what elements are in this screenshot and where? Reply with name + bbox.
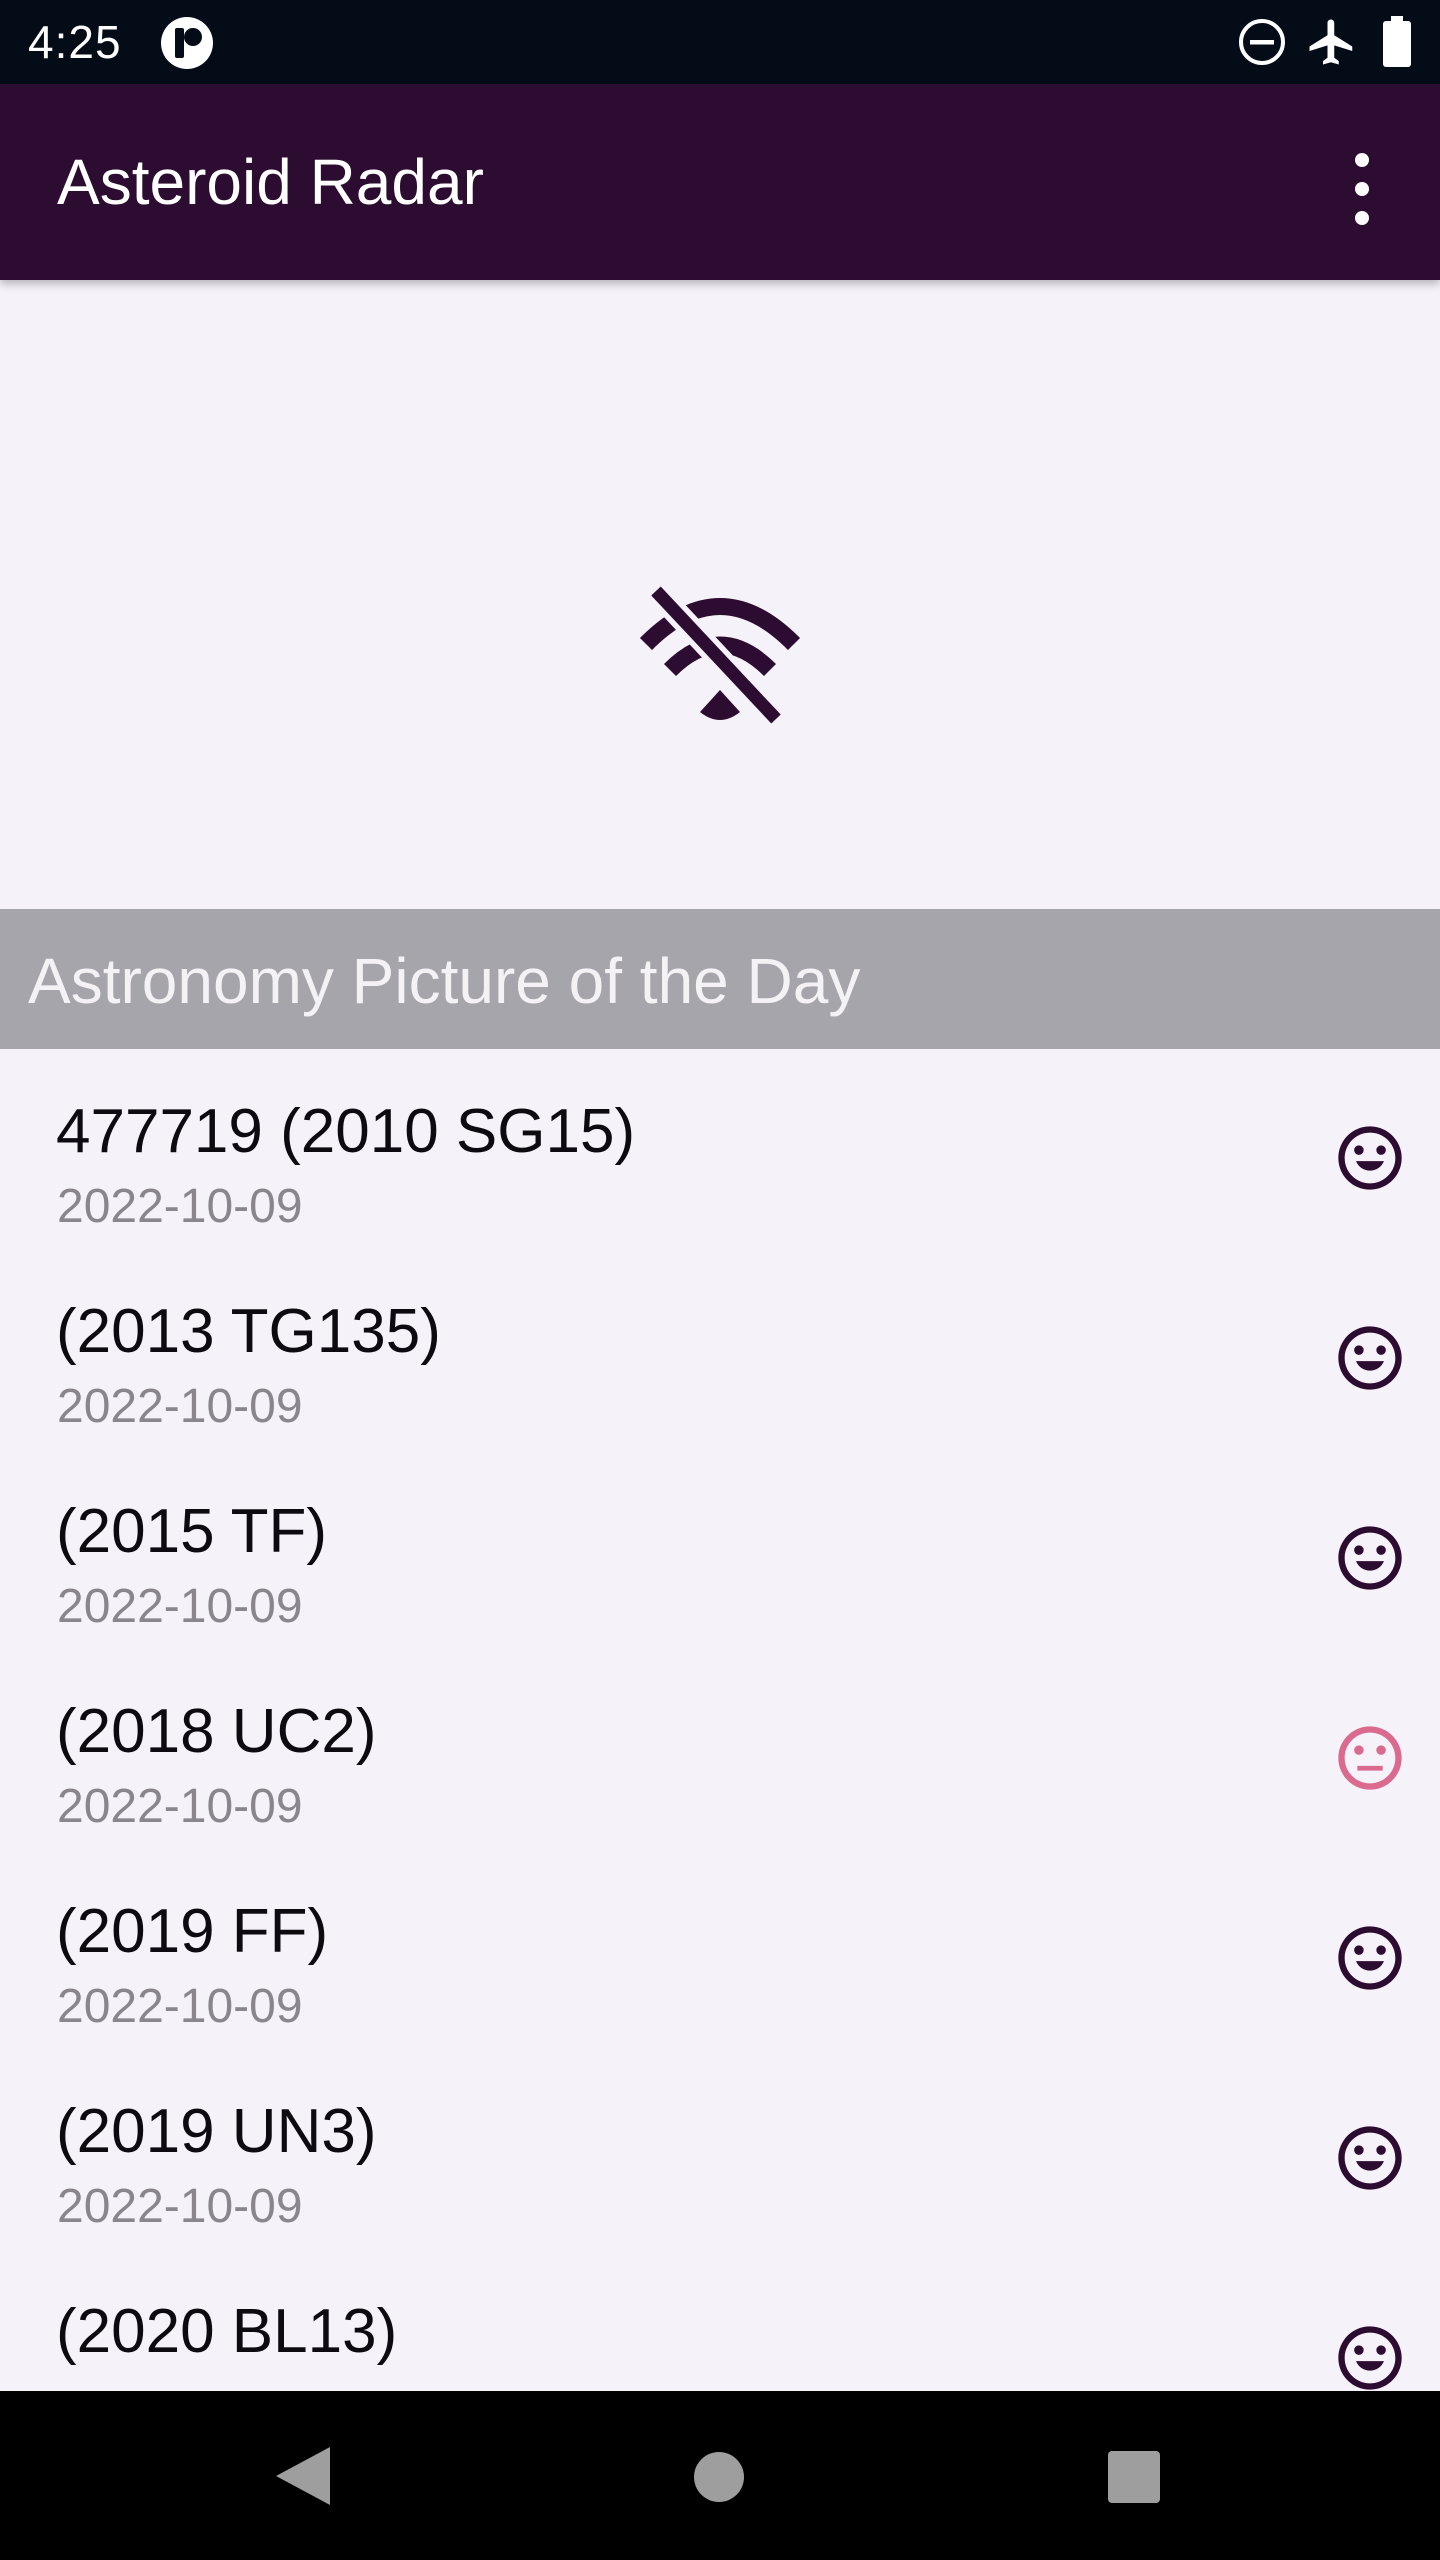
- asteroid-list-item[interactable]: (2019 FF) 2022-10-09: [0, 1849, 1440, 2049]
- asteroid-name: (2019 FF): [56, 1897, 329, 1966]
- app-bar: Asteroid Radar: [0, 84, 1440, 280]
- happy-face-icon: [1338, 1326, 1402, 1390]
- app-notification-icon: [161, 17, 213, 69]
- happy-face-icon: [1338, 2126, 1402, 2190]
- asteroid-name: (2020 BL13): [56, 2297, 398, 2366]
- battery-full-icon: [1383, 16, 1411, 67]
- neutral-face-icon: [1338, 1726, 1402, 1790]
- asteroid-list-item[interactable]: (2013 TG135) 2022-10-09: [0, 1249, 1440, 1449]
- do-not-disturb-icon: [1239, 19, 1285, 65]
- picture-of-day-caption: Astronomy Picture of the Day: [28, 945, 861, 1017]
- status-bar: 4:25: [0, 0, 1440, 84]
- asteroid-date: 2022-10-09: [57, 2180, 303, 2233]
- happy-face-icon: [1338, 1126, 1402, 1190]
- asteroid-list-item[interactable]: (2019 UN3) 2022-10-09: [0, 2049, 1440, 2249]
- asteroid-list: 477719 (2010 SG15) 2022-10-09 (2013 TG13…: [0, 1049, 1440, 2391]
- happy-face-icon: [1338, 2326, 1402, 2390]
- app-title: Asteroid Radar: [57, 146, 484, 218]
- asteroid-date: 2022-10-09: [57, 1380, 303, 1433]
- asteroid-name: 477719 (2010 SG15): [56, 1097, 636, 1166]
- asteroid-name: (2018 UC2): [56, 1697, 377, 1766]
- more-vertical-icon[interactable]: [1330, 144, 1394, 234]
- back-icon[interactable]: [268, 2441, 336, 2511]
- happy-face-icon: [1338, 1526, 1402, 1590]
- wifi-off-icon: [639, 583, 801, 728]
- asteroid-list-item[interactable]: (2018 UC2) 2022-10-09: [0, 1649, 1440, 1849]
- asteroid-name: (2015 TF): [56, 1497, 328, 1566]
- asteroid-date: 2022-10-09: [57, 1580, 303, 1633]
- happy-face-icon: [1338, 1926, 1402, 1990]
- asteroid-list-item[interactable]: (2015 TF) 2022-10-09: [0, 1449, 1440, 1649]
- status-time: 4:25: [28, 16, 122, 68]
- system-navigation-bar: [0, 2391, 1440, 2560]
- asteroid-list-item[interactable]: 477719 (2010 SG15) 2022-10-09: [0, 1049, 1440, 1249]
- asteroid-name: (2013 TG135): [56, 1297, 441, 1366]
- asteroid-list-item[interactable]: (2020 BL13): [0, 2249, 1440, 2391]
- asteroid-name: (2019 UN3): [56, 2097, 377, 2166]
- asteroid-date: 2022-10-09: [57, 1980, 303, 2033]
- asteroid-date: 2022-10-09: [57, 1180, 303, 1233]
- picture-of-day-caption-bar: Astronomy Picture of the Day: [0, 909, 1440, 1049]
- airplane-mode-icon: [1309, 19, 1353, 65]
- asteroid-date: 2022-10-09: [57, 1780, 303, 1833]
- recents-icon[interactable]: [1108, 2451, 1160, 2503]
- home-icon[interactable]: [693, 2451, 745, 2503]
